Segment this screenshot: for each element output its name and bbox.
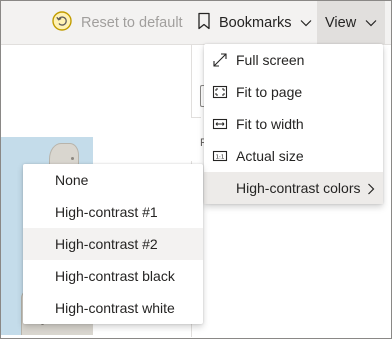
view-menu: Full screen Fit to page Fit to width 1:1… (204, 44, 383, 204)
map-point (71, 157, 74, 160)
menu-item-label: High-contrast #1 (55, 204, 158, 220)
menu-item-high-contrast-colors[interactable]: High-contrast colors (204, 172, 383, 204)
bookmark-icon (197, 12, 211, 34)
high-contrast-submenu: None High-contrast #1 High-contrast #2 H… (23, 164, 203, 324)
menu-item-fit-to-width[interactable]: Fit to width (204, 108, 383, 140)
menu-item-label: Actual size (236, 148, 304, 164)
full-screen-icon (212, 52, 228, 68)
menu-item-actual-size[interactable]: 1:1 Actual size (204, 140, 383, 172)
menu-item-full-screen[interactable]: Full screen (204, 44, 383, 76)
menu-item-high-contrast-white[interactable]: High-contrast white (23, 292, 203, 324)
reset-to-default-button[interactable]: Reset to default (51, 1, 183, 44)
reset-icon (51, 10, 73, 36)
bookmarks-button[interactable]: Bookmarks (197, 1, 312, 44)
menu-item-label: High-contrast #2 (55, 236, 158, 252)
top-toolbar: Reset to default Bookmarks View (1, 1, 391, 45)
view-button[interactable]: View (317, 1, 385, 44)
app-window: Reset to default Bookmarks View Full scr… (0, 0, 392, 339)
chevron-down-icon (300, 15, 312, 31)
canvas-divider (191, 117, 201, 118)
menu-item-none[interactable]: None (23, 164, 203, 196)
menu-item-label: High-contrast colors (236, 180, 361, 196)
menu-item-label: Fit to page (236, 84, 303, 100)
menu-item-high-contrast-black[interactable]: High-contrast black (23, 260, 203, 292)
svg-text:1:1: 1:1 (216, 154, 225, 160)
menu-item-label: High-contrast black (55, 268, 175, 284)
chevron-down-icon (365, 15, 377, 31)
menu-item-label: High-contrast white (55, 300, 175, 316)
bookmarks-label: Bookmarks (219, 14, 292, 31)
reset-label: Reset to default (81, 14, 183, 31)
fit-to-page-icon (212, 84, 228, 100)
menu-item-label: Fit to width (236, 116, 304, 132)
view-label: View (325, 14, 357, 31)
menu-item-fit-to-page[interactable]: Fit to page (204, 76, 383, 108)
fit-to-width-icon (212, 116, 228, 132)
menu-item-label: Full screen (236, 52, 305, 68)
canvas-divider (191, 45, 192, 117)
menu-item-label: None (55, 172, 89, 188)
actual-size-icon: 1:1 (212, 148, 228, 164)
menu-item-high-contrast-2[interactable]: High-contrast #2 (23, 228, 203, 260)
menu-item-high-contrast-1[interactable]: High-contrast #1 (23, 196, 203, 228)
chevron-right-icon (367, 182, 375, 198)
